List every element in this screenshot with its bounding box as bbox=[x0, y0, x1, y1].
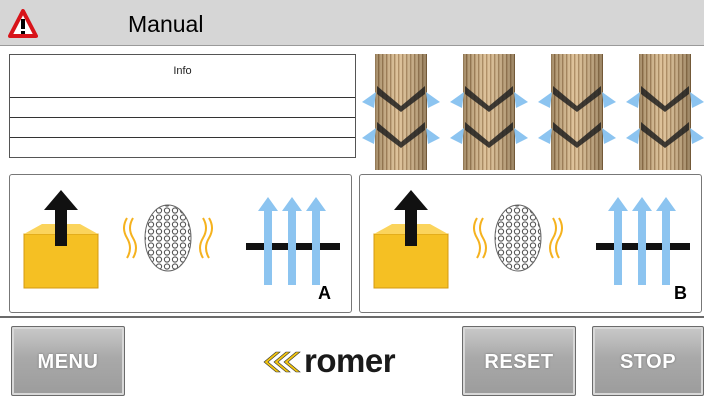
reset-button[interactable]: RESET bbox=[462, 326, 576, 396]
box-eject-icon bbox=[23, 190, 99, 289]
romer-logo: romer bbox=[262, 342, 432, 382]
page-title: Manual bbox=[128, 11, 204, 37]
roll-3 bbox=[538, 54, 616, 170]
station-letter: B bbox=[674, 283, 687, 303]
station-b-panel[interactable]: B bbox=[359, 174, 702, 313]
info-title: Info bbox=[173, 65, 192, 77]
warning-triangle-icon[interactable] bbox=[8, 9, 38, 39]
menu-button-label: MENU bbox=[37, 351, 99, 373]
airflow-cut-icon bbox=[596, 197, 690, 285]
material-rolls-graphic bbox=[362, 54, 704, 170]
roll-2 bbox=[450, 54, 528, 170]
logo-text: romer bbox=[304, 342, 396, 379]
info-panel: Info bbox=[9, 54, 356, 158]
airflow-cut-icon bbox=[246, 197, 340, 285]
info-row bbox=[10, 137, 355, 138]
roll-1 bbox=[362, 54, 440, 170]
menu-button[interactable]: MENU bbox=[11, 326, 125, 396]
stop-button-label: STOP bbox=[619, 351, 677, 373]
roll-4 bbox=[626, 54, 704, 170]
info-row bbox=[10, 97, 355, 98]
chevrons-left-icon bbox=[263, 351, 301, 373]
mesh-vibrate-icon bbox=[473, 204, 563, 272]
stop-button[interactable]: STOP bbox=[592, 326, 704, 396]
info-row bbox=[10, 117, 355, 118]
station-letter: A bbox=[318, 283, 331, 303]
mesh-vibrate-icon bbox=[123, 204, 213, 272]
box-eject-icon bbox=[373, 190, 449, 289]
reset-button-label: RESET bbox=[484, 351, 554, 373]
station-a-panel[interactable]: A bbox=[9, 174, 352, 313]
title-bar bbox=[0, 0, 704, 46]
